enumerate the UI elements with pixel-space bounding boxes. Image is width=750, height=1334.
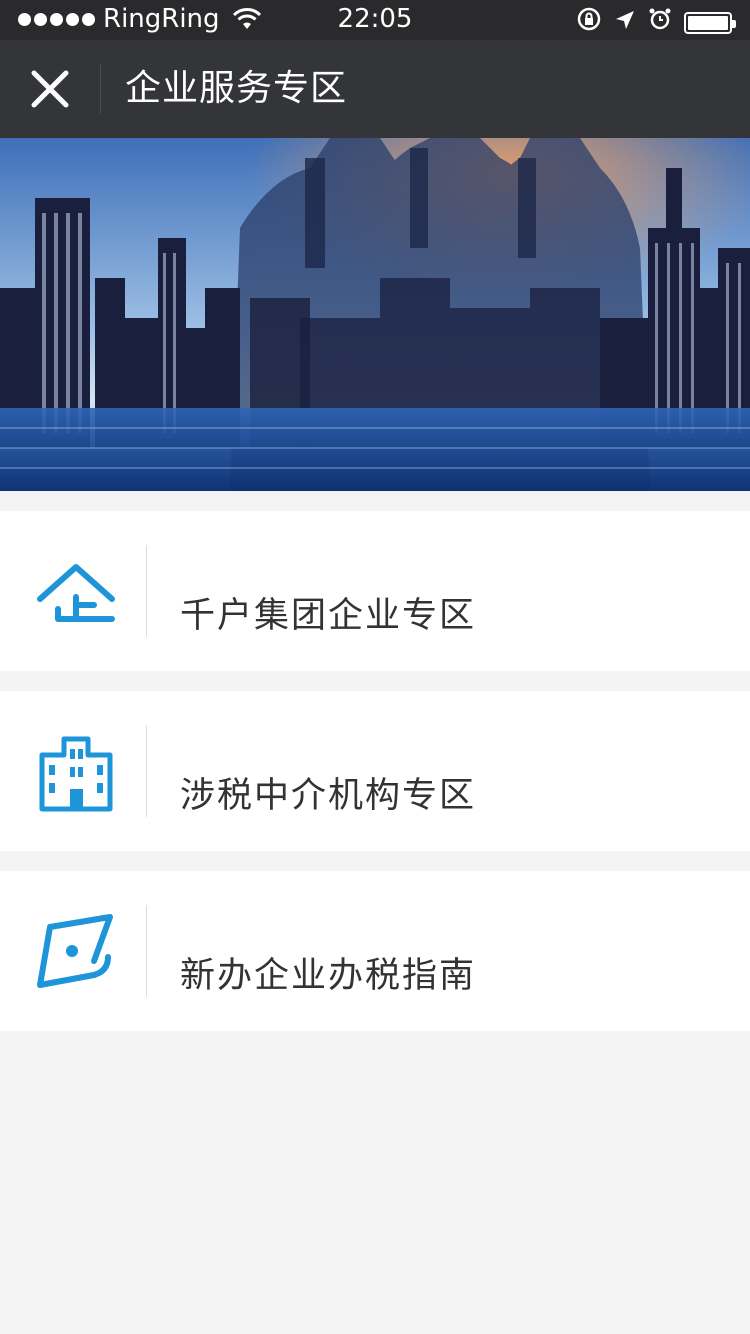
city-skyline-illustration <box>0 138 750 491</box>
alarm-clock-icon <box>648 7 672 38</box>
menu-item-tax-agency-zone[interactable]: 涉税中介机构专区 <box>0 691 750 851</box>
menu-divider <box>146 545 147 637</box>
status-bar: RingRing 22:05 <box>0 0 750 40</box>
compass-guide-icon <box>37 914 113 988</box>
office-building-icon <box>39 736 113 812</box>
menu-divider <box>146 905 147 997</box>
location-arrow-icon <box>614 8 636 38</box>
menu-item-label: 千户集团企业专区 <box>180 596 477 636</box>
menu-divider <box>146 725 147 817</box>
menu-item-label: 涉税中介机构专区 <box>180 776 477 816</box>
orientation-lock-icon <box>576 6 602 39</box>
close-icon <box>31 70 69 108</box>
banner-image <box>0 138 750 491</box>
status-right <box>576 6 736 39</box>
battery-icon <box>684 11 736 34</box>
menu-item-enterprise-zone[interactable]: 千户集团企业专区 <box>0 511 750 671</box>
menu-item-label: 新办企业办税指南 <box>180 956 477 996</box>
nav-divider <box>100 64 101 114</box>
page-title: 企业服务专区 <box>125 68 348 109</box>
enterprise-house-icon <box>37 564 115 622</box>
menu-item-new-enterprise-guide[interactable]: 新办企业办税指南 <box>0 871 750 1031</box>
battery-fill <box>688 15 728 30</box>
close-button[interactable] <box>20 59 80 119</box>
nav-bar: 企业服务专区 <box>0 40 750 138</box>
